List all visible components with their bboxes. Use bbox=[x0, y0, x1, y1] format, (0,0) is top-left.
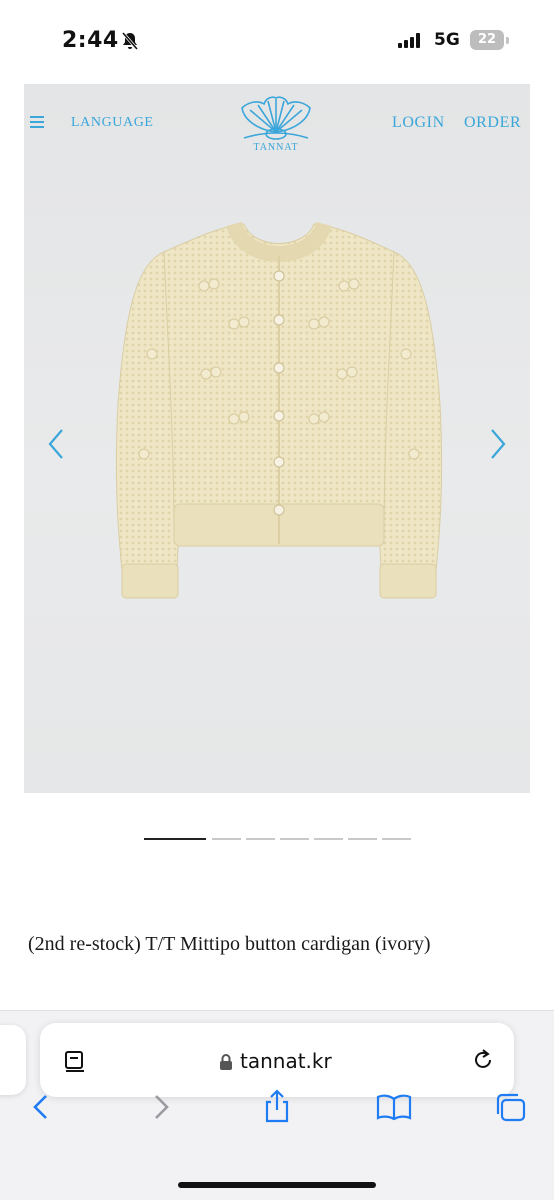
cardigan-photo bbox=[115, 221, 443, 599]
tannat-logo[interactable]: TANNAT bbox=[236, 94, 316, 156]
pagination-dot[interactable] bbox=[348, 838, 377, 840]
pagination-dot[interactable] bbox=[246, 838, 275, 840]
order-link[interactable]: ORDER bbox=[464, 114, 521, 132]
home-indicator[interactable] bbox=[178, 1182, 376, 1188]
status-bar: 2:44 5G 22 bbox=[0, 0, 554, 84]
pagination-dot[interactable] bbox=[212, 838, 241, 840]
battery-icon: 22 bbox=[470, 30, 504, 50]
signal-icon bbox=[398, 33, 420, 48]
reader-icon[interactable] bbox=[62, 1049, 88, 1075]
previous-tab-peek[interactable] bbox=[0, 1025, 26, 1095]
share-icon[interactable] bbox=[262, 1088, 292, 1124]
language-link[interactable]: LANGUAGE bbox=[71, 115, 154, 131]
product-title: (2nd re-stock) T/T Mittipo button cardig… bbox=[28, 933, 431, 955]
battery-cap bbox=[506, 37, 509, 44]
chevron-right-icon[interactable] bbox=[486, 424, 510, 464]
chevron-left-icon[interactable] bbox=[44, 424, 68, 464]
status-time: 2:44 bbox=[62, 28, 119, 53]
product-image-carousel[interactable]: LANGUAGE TANNAT LOGIN ORDER bbox=[24, 84, 530, 793]
logo-text: TANNAT bbox=[253, 142, 299, 153]
menu-icon[interactable] bbox=[30, 116, 44, 128]
reload-icon[interactable] bbox=[470, 1047, 496, 1073]
bookmarks-icon[interactable] bbox=[376, 1092, 412, 1122]
lock-icon bbox=[220, 1054, 232, 1070]
pagination-dot[interactable] bbox=[144, 838, 206, 840]
back-icon[interactable] bbox=[28, 1092, 54, 1122]
forward-icon[interactable] bbox=[148, 1092, 174, 1122]
pagination-dot[interactable] bbox=[314, 838, 343, 840]
login-link[interactable]: LOGIN bbox=[392, 114, 445, 132]
pagination-dot[interactable] bbox=[280, 838, 309, 840]
tabs-icon[interactable] bbox=[494, 1092, 528, 1124]
silent-bell-icon bbox=[121, 32, 139, 50]
network-label: 5G bbox=[434, 30, 460, 50]
pagination-dot[interactable] bbox=[382, 838, 411, 840]
url-text[interactable]: tannat.kr bbox=[240, 1049, 332, 1073]
carousel-pagination bbox=[0, 838, 554, 842]
shell-logo-icon bbox=[241, 96, 311, 140]
address-bar[interactable]: tannat.kr bbox=[40, 1023, 514, 1097]
